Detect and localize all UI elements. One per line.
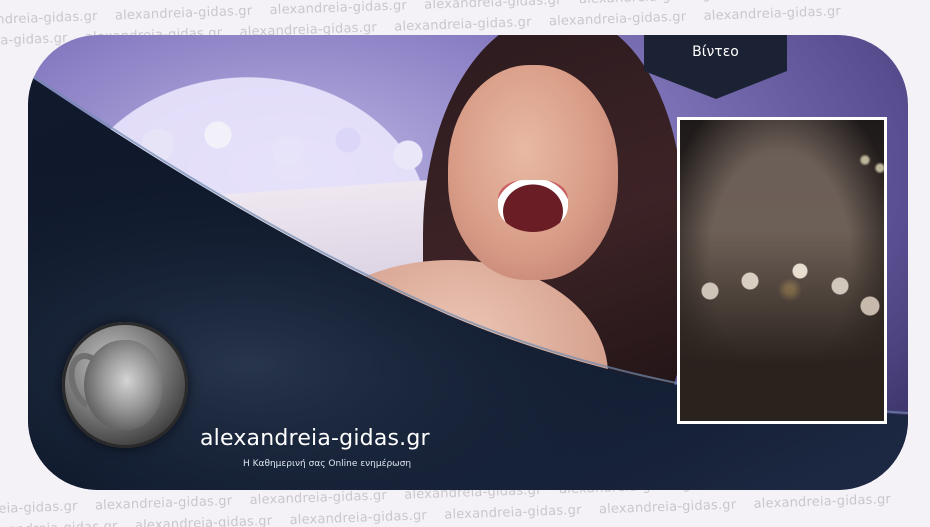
brand-name: alexandreia-gidas.gr <box>200 426 430 451</box>
video-crowd <box>680 231 884 421</box>
brand-tagline: Η Καθημερινή σας Online ενημέρωση <box>243 459 412 469</box>
video-badge-label: Βίντεο <box>692 44 739 60</box>
video-thumbnail[interactable] <box>677 117 887 424</box>
alexander-coin-icon <box>60 322 188 448</box>
page: alexandreia-gidas.gr alexandreia-gidas.g… <box>0 0 930 527</box>
